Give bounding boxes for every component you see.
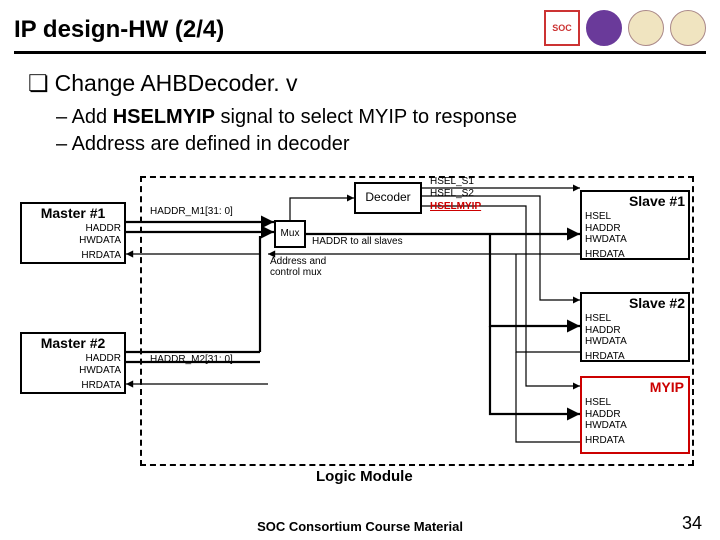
master-1-hwdata: HWDATA — [25, 235, 121, 247]
page-number: 34 — [682, 513, 702, 534]
slave-1: Slave #1 HSEL HADDR HWDATA HRDATA — [580, 190, 690, 260]
slave-1-hwdata: HWDATA — [585, 234, 685, 246]
myip-haddr: HADDR — [585, 409, 685, 421]
slave-2-hrdata: HRDATA — [585, 351, 685, 363]
logic-module-label: Logic Module — [316, 468, 413, 485]
master-2-title: Master #2 — [22, 334, 124, 353]
sub-bullets: – Add HSELMYIP signal to select MYIP to … — [56, 104, 517, 158]
label-haddr-m1: HADDR_M1[31: 0] — [150, 206, 233, 217]
label-hselmyip: HSELMYIP — [430, 201, 481, 212]
decoder-block: Decoder — [354, 182, 422, 214]
slave-2: Slave #2 HSEL HADDR HWDATA HRDATA — [580, 292, 690, 362]
slave-1-hrdata: HRDATA — [585, 249, 685, 261]
bullet-main: Change AHBDecoder. v — [28, 70, 298, 97]
label-haddr-m2: HADDR_M2[31: 0] — [150, 354, 233, 365]
label-addr-mux: Address and control mux — [270, 256, 326, 278]
footer-course: SOC Consortium Course Material — [0, 519, 720, 534]
master-2-haddr: HADDR — [25, 353, 121, 365]
logo-row: SOC — [544, 10, 706, 46]
slave-1-title: Slave #1 — [582, 192, 688, 211]
master-2: Master #2 HADDR HWDATA HRDATA — [20, 332, 126, 394]
org-logo-4 — [670, 10, 706, 46]
myip-block: MYIP HSEL HADDR HWDATA HRDATA — [580, 376, 690, 454]
page-title: IP design-HW (2/4) — [14, 16, 224, 44]
slave-2-title: Slave #2 — [582, 294, 688, 313]
master-1-haddr: HADDR — [25, 223, 121, 235]
master-1-title: Master #1 — [22, 204, 124, 223]
myip-hrdata: HRDATA — [585, 435, 685, 447]
myip-hsel: HSEL — [585, 397, 685, 409]
master-2-hrdata: HRDATA — [25, 380, 121, 392]
slave-2-hwdata: HWDATA — [585, 336, 685, 348]
master-2-hwdata: HWDATA — [25, 365, 121, 377]
slave-2-haddr: HADDR — [585, 325, 685, 337]
myip-hwdata: HWDATA — [585, 420, 685, 432]
slave-2-hsel: HSEL — [585, 313, 685, 325]
label-hsel-s1: HSEL_S1 — [430, 176, 474, 187]
sub-bullet-2: – Address are defined in decoder — [56, 131, 517, 158]
org-logo-2 — [586, 10, 622, 46]
sb1-rest: signal to select MYIP to response — [215, 106, 517, 128]
label-haddr-all: HADDR to all slaves — [312, 236, 403, 247]
master-1-hrdata: HRDATA — [25, 250, 121, 262]
myip-title: MYIP — [582, 378, 688, 397]
diagram: Logic Module — [20, 176, 700, 486]
sb2-prefix: – Address are defined in decoder — [56, 133, 350, 155]
soc-logo: SOC — [544, 10, 580, 46]
mux-block: Mux — [274, 220, 306, 248]
sb1-bold: HSELMYIP — [113, 106, 215, 128]
slave-1-hsel: HSEL — [585, 211, 685, 223]
sb1-prefix: – Add — [56, 106, 113, 128]
master-1: Master #1 HADDR HWDATA HRDATA — [20, 202, 126, 264]
slave-1-haddr: HADDR — [585, 223, 685, 235]
sub-bullet-1: – Add HSELMYIP signal to select MYIP to … — [56, 104, 517, 131]
label-hsel-s2: HSEL_S2 — [430, 188, 474, 199]
org-logo-3 — [628, 10, 664, 46]
